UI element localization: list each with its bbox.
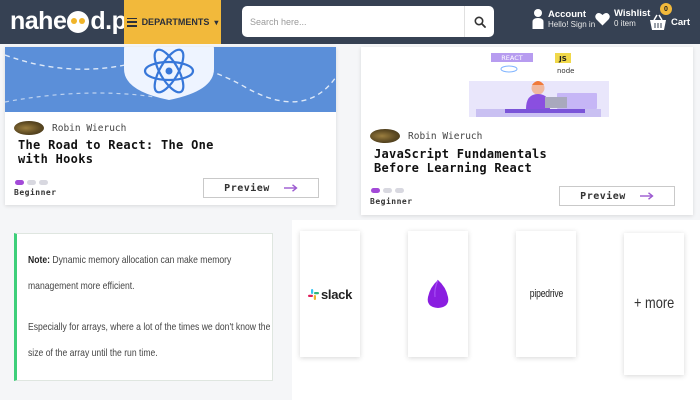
account-subtitle: Hello! Sign in: [548, 19, 596, 29]
preview-label: Preview: [224, 182, 270, 194]
course-author: Robin Wieruch: [14, 121, 126, 135]
js-badge: JS: [558, 55, 567, 63]
react-badge: REACT: [501, 54, 522, 62]
search-button[interactable]: [464, 6, 494, 37]
course-title-line: Before Learning React: [374, 161, 533, 175]
course-author: Robin Wieruch: [370, 129, 482, 143]
author-avatar: [370, 129, 400, 143]
purple-drop-logo-icon: [427, 279, 449, 308]
note-line: management more efficient.: [28, 280, 135, 292]
course-title-line: The Road to React: The One: [18, 138, 214, 152]
heart-icon: [595, 12, 610, 25]
course-progress-steps: [371, 188, 404, 193]
note-callout: Note: Dynamic memory allocation can make…: [14, 233, 273, 381]
course-level: Beginner: [370, 197, 413, 206]
search-icon: [473, 15, 486, 28]
note-label: Note:: [28, 254, 51, 266]
course-title-line: with Hooks: [18, 152, 94, 166]
node-badge: node: [557, 67, 574, 75]
course-level: Beginner: [14, 188, 57, 197]
top-navigation-bar: nahed.pk DEPARTMENTS ▾ Account Hello! Si…: [0, 0, 700, 44]
slack-wordmark: slack: [320, 286, 353, 302]
brand-card-purple-logo[interactable]: [408, 231, 468, 357]
note-line: size of the array until the run time.: [28, 347, 158, 359]
more-brands-button[interactable]: + more: [624, 233, 684, 375]
course-cover-image: [5, 47, 336, 112]
shopping-basket-icon: [650, 14, 666, 30]
wishlist-link[interactable]: Wishlist 0 item: [595, 8, 650, 29]
note-text: Dynamic memory allocation can make memor…: [52, 254, 232, 266]
hamburger-icon: [126, 17, 137, 27]
brand-card-slack[interactable]: slack: [300, 231, 360, 357]
cart-count-badge: 0: [660, 3, 672, 15]
preview-label: Preview: [580, 190, 626, 202]
account-link[interactable]: Account Hello! Sign in: [532, 8, 595, 30]
user-icon: [532, 9, 544, 29]
search-box: [242, 6, 494, 37]
author-name: Robin Wieruch: [52, 122, 127, 134]
course-progress-steps: [15, 180, 48, 185]
slack-logo-icon: [307, 288, 319, 300]
course-title[interactable]: JavaScript Fundamentals Before Learning …: [374, 147, 547, 175]
wishlist-title: Wishlist: [614, 8, 651, 19]
course-title[interactable]: The Road to React: The One with Hooks: [18, 138, 214, 166]
arrow-right-icon: [639, 192, 654, 200]
preview-button[interactable]: Preview: [203, 178, 319, 198]
pipedrive-wordmark: pipedrive: [529, 288, 563, 300]
course-cover-image: REACT JS node: [361, 47, 693, 122]
brand-card-pipedrive[interactable]: pipedrive: [516, 231, 576, 357]
author-name: Robin Wieruch: [408, 130, 483, 142]
departments-label: DEPARTMENTS: [141, 17, 210, 27]
cart-label: Cart: [671, 16, 691, 28]
author-avatar: [14, 121, 44, 135]
course-card[interactable]: Robin Wieruch The Road to React: The One…: [5, 47, 336, 205]
account-title: Account: [548, 8, 586, 20]
cart-link[interactable]: Cart: [649, 13, 690, 31]
logo-text-prefix: nahe: [10, 6, 67, 35]
course-card[interactable]: REACT JS node Robin Wieruch JavaScript F…: [361, 47, 693, 215]
course-title-line: JavaScript Fundamentals: [374, 147, 548, 161]
arrow-right-icon: [283, 184, 298, 192]
owl-logo-icon: [67, 11, 90, 33]
search-input[interactable]: [250, 13, 460, 30]
note-line: Especially for arrays, where a lot of th…: [28, 321, 271, 333]
departments-menu-button[interactable]: DEPARTMENTS ▾: [124, 0, 221, 44]
wishlist-count: 0 item: [614, 19, 636, 28]
more-label: + more: [633, 295, 675, 312]
chevron-down-icon: ▾: [214, 17, 219, 27]
preview-button[interactable]: Preview: [559, 186, 675, 206]
note-line: Note: Dynamic memory allocation can make…: [28, 254, 231, 266]
site-logo[interactable]: nahe d.pk: [10, 5, 140, 37]
